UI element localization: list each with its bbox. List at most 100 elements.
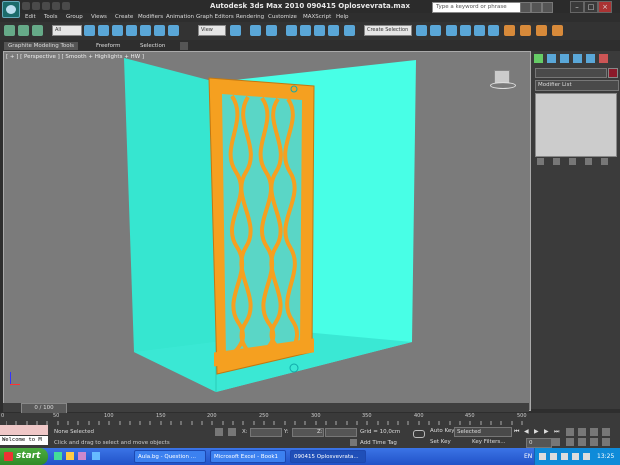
absolute-mode-icon[interactable] bbox=[228, 428, 236, 436]
tray-icon-2[interactable] bbox=[550, 453, 557, 460]
graphite-tools-icon[interactable] bbox=[460, 25, 471, 36]
select-scale-icon[interactable] bbox=[168, 25, 179, 36]
curve-editor-icon[interactable] bbox=[474, 25, 485, 36]
pivot-center-icon[interactable] bbox=[230, 25, 241, 36]
configure-modifier-sets-icon[interactable] bbox=[601, 158, 608, 165]
search-icon[interactable] bbox=[520, 2, 531, 13]
undo-toolbar-icon[interactable] bbox=[4, 25, 15, 36]
show-end-result-icon[interactable] bbox=[553, 158, 560, 165]
language-indicator[interactable]: EN bbox=[524, 453, 532, 460]
x-coordinate-field[interactable] bbox=[250, 428, 282, 437]
track-bar[interactable]: 0 50 100 150 200 250 300 350 400 450 500 bbox=[0, 413, 620, 425]
script-listener-output[interactable]: Welcome to M bbox=[0, 436, 48, 445]
render-production-icon[interactable] bbox=[552, 25, 563, 36]
time-slider[interactable]: 0 / 100 bbox=[3, 403, 529, 414]
z-coordinate-field[interactable] bbox=[325, 428, 357, 437]
quicklaunch-desktop-icon[interactable] bbox=[66, 452, 74, 460]
menu-rendering[interactable]: Rendering bbox=[236, 14, 264, 20]
make-unique-icon[interactable] bbox=[569, 158, 576, 165]
material-editor-icon[interactable] bbox=[504, 25, 515, 36]
menu-tools[interactable]: Tools bbox=[44, 14, 58, 20]
add-time-tag-button[interactable]: Add Time Tag bbox=[360, 440, 397, 446]
edit-named-selection-icon[interactable] bbox=[344, 25, 355, 36]
previous-frame-icon[interactable]: ◀ bbox=[524, 428, 529, 435]
task-3dsmax[interactable]: 090415 Oplosvevrata... bbox=[290, 450, 366, 463]
percent-snap-icon[interactable] bbox=[314, 25, 325, 36]
ribbon-toggle-icon[interactable] bbox=[180, 42, 188, 50]
hierarchy-tab-icon[interactable] bbox=[560, 54, 569, 63]
menu-edit[interactable]: Edit bbox=[25, 14, 36, 20]
unlink-icon[interactable] bbox=[32, 25, 43, 36]
menu-animation[interactable]: Animation bbox=[166, 14, 194, 20]
tray-icon-3[interactable] bbox=[561, 453, 568, 460]
key-icon[interactable] bbox=[413, 430, 425, 438]
tab-freeform[interactable]: Freeform bbox=[92, 42, 125, 50]
auto-key-button[interactable]: Auto Key bbox=[430, 428, 455, 434]
select-move-icon[interactable] bbox=[140, 25, 151, 36]
play-icon[interactable]: ▶ bbox=[534, 428, 539, 435]
time-tag-icon[interactable] bbox=[350, 439, 357, 446]
minimize-button[interactable]: – bbox=[570, 1, 584, 13]
snaps-toggle-icon[interactable] bbox=[286, 25, 297, 36]
menu-maxscript[interactable]: MAXScript bbox=[303, 14, 331, 20]
close-button[interactable]: × bbox=[598, 1, 612, 13]
link-icon[interactable] bbox=[18, 25, 29, 36]
selection-filter-dropdown[interactable]: All bbox=[52, 25, 82, 36]
quicklaunch-ie-icon[interactable] bbox=[54, 452, 62, 460]
perspective-viewport[interactable]: [ + ] [ Perspective ] [ Smooth + Highlig… bbox=[3, 51, 531, 411]
select-rotate-icon[interactable] bbox=[154, 25, 165, 36]
field-of-view-icon[interactable] bbox=[566, 438, 574, 446]
key-mode-dropdown[interactable]: Selected bbox=[454, 427, 512, 437]
spinner-snap-icon[interactable] bbox=[328, 25, 339, 36]
render-setup-icon[interactable] bbox=[520, 25, 531, 36]
reference-coordinate-dropdown[interactable]: View bbox=[198, 25, 226, 36]
pin-stack-icon[interactable] bbox=[537, 158, 544, 165]
quicklaunch-media-icon[interactable] bbox=[78, 452, 86, 460]
select-object-icon[interactable] bbox=[84, 25, 95, 36]
menu-graph-editors[interactable]: Graph Editors bbox=[196, 14, 234, 20]
goto-start-icon[interactable]: ⏮ bbox=[514, 428, 519, 436]
current-frame-field[interactable]: 0 bbox=[526, 438, 552, 448]
tray-icon-4[interactable] bbox=[572, 453, 579, 460]
goto-end-icon[interactable]: ⏭ bbox=[554, 428, 559, 436]
maximize-button[interactable]: □ bbox=[584, 1, 598, 13]
menu-group[interactable]: Group bbox=[66, 14, 83, 20]
maxscript-mini-listener[interactable] bbox=[0, 425, 48, 435]
zoom-extents-all-icon[interactable] bbox=[602, 428, 610, 436]
tab-selection[interactable]: Selection bbox=[136, 42, 169, 50]
layer-manager-icon[interactable] bbox=[446, 25, 457, 36]
tray-icon-5[interactable] bbox=[583, 453, 590, 460]
zoom-icon[interactable] bbox=[566, 428, 574, 436]
rendered-frame-icon[interactable] bbox=[536, 25, 547, 36]
time-config-icon[interactable] bbox=[552, 438, 560, 446]
window-crossing-icon[interactable] bbox=[126, 25, 137, 36]
create-tab-icon[interactable] bbox=[534, 54, 543, 63]
tray-icon-1[interactable] bbox=[539, 453, 546, 460]
named-selection-dropdown[interactable]: Create Selection S bbox=[364, 25, 412, 42]
menu-modifiers[interactable]: Modifiers bbox=[138, 14, 163, 20]
modify-tab-icon[interactable] bbox=[547, 54, 556, 63]
help-search-input[interactable]: Type a keyword or phrase bbox=[432, 2, 521, 13]
modifier-list-dropdown[interactable]: Modifier List bbox=[535, 80, 619, 91]
align-icon[interactable] bbox=[430, 25, 441, 36]
set-key-button[interactable]: Set Key bbox=[430, 439, 451, 445]
lock-selection-icon[interactable] bbox=[215, 428, 223, 436]
keyboard-shortcut-icon[interactable] bbox=[266, 25, 277, 36]
object-color-swatch[interactable] bbox=[608, 68, 618, 78]
motion-tab-icon[interactable] bbox=[573, 54, 582, 63]
select-by-name-icon[interactable] bbox=[98, 25, 109, 36]
zoom-all-icon[interactable] bbox=[578, 428, 586, 436]
task-excel[interactable]: Microsoft Excel - Book1 bbox=[210, 450, 286, 463]
select-manipulate-icon[interactable] bbox=[250, 25, 261, 36]
remove-modifier-icon[interactable] bbox=[585, 158, 592, 165]
menu-help[interactable]: Help bbox=[336, 14, 349, 20]
object-name-field[interactable] bbox=[535, 68, 607, 78]
help-icon[interactable] bbox=[542, 2, 553, 13]
menu-customize[interactable]: Customize bbox=[268, 14, 297, 20]
next-frame-icon[interactable]: ▶ bbox=[544, 428, 549, 435]
mirror-icon[interactable] bbox=[416, 25, 427, 36]
modifier-stack[interactable] bbox=[535, 93, 617, 157]
viewcube-icon[interactable] bbox=[490, 70, 516, 90]
tab-graphite-modeling-tools[interactable]: Graphite Modeling Tools bbox=[4, 42, 79, 50]
utilities-tab-icon[interactable] bbox=[599, 54, 608, 63]
